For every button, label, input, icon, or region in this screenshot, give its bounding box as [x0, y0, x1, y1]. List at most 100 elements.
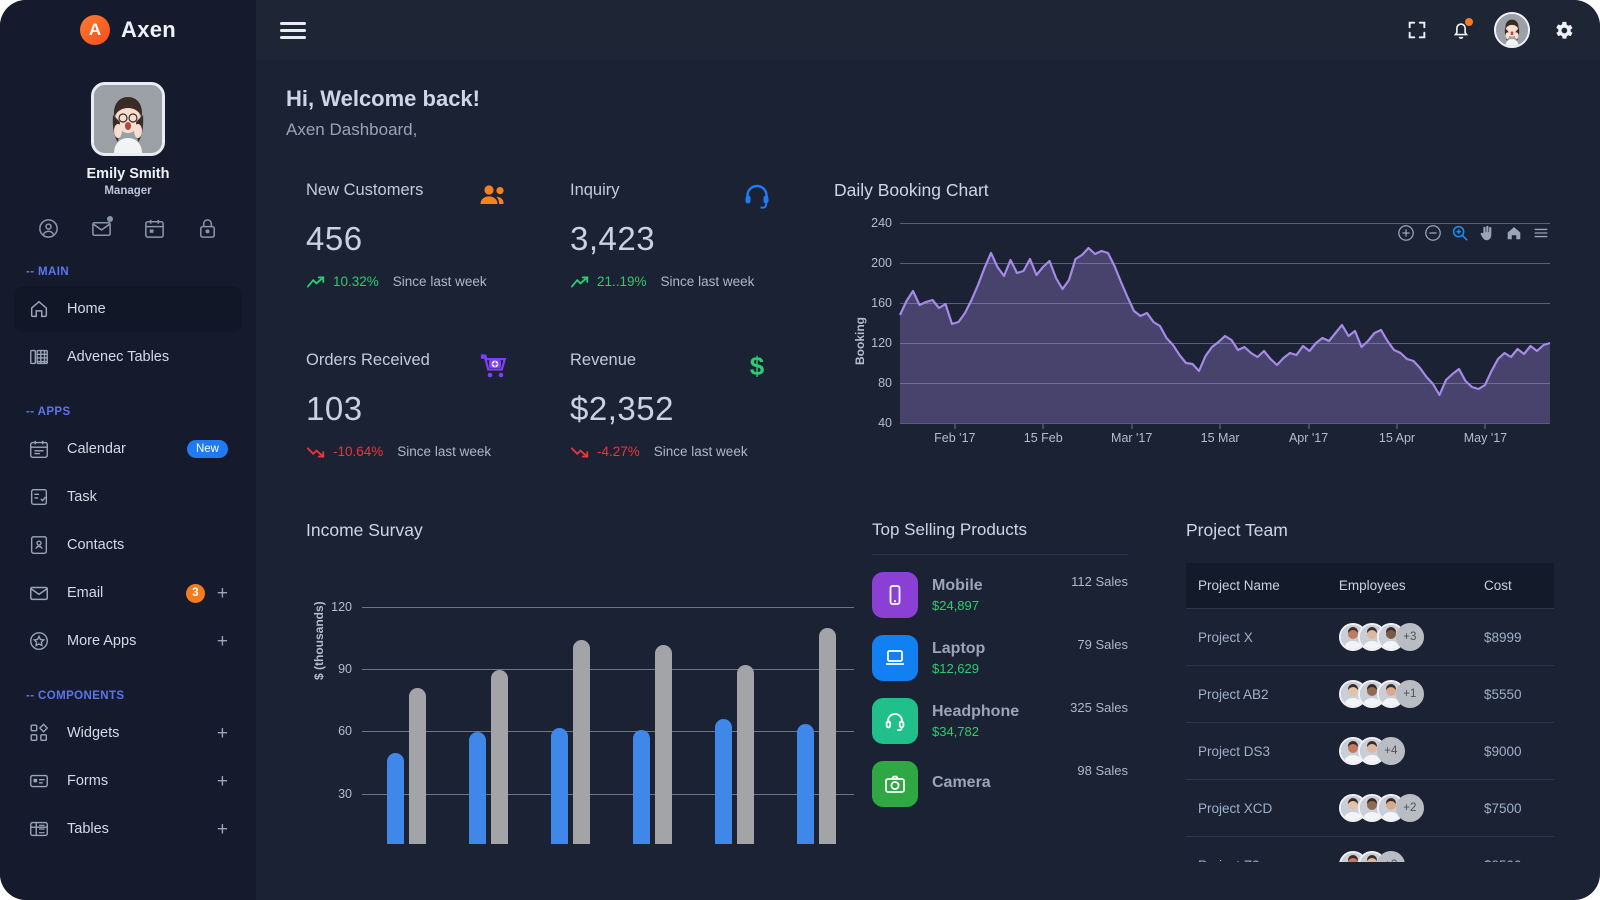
list-item[interactable]: Mobile $24,897 112 Sales [872, 572, 1128, 618]
table-row[interactable]: Project X+3$8999 [1186, 609, 1554, 666]
daily-booking-chart-card: Daily Booking Chart [814, 162, 1570, 480]
profile-block: Emily Smith Manager [0, 60, 256, 197]
avatar-overflow-count[interactable]: +3 [1396, 623, 1424, 651]
sidebar-item-label: Email [67, 585, 186, 601]
table-row[interactable]: Project AB2+1$5550 [1186, 666, 1554, 723]
bar-group [551, 640, 590, 844]
list-item[interactable]: Headphone $34,782 325 Sales [872, 698, 1128, 744]
avatar-overflow-count[interactable]: +2 [1396, 794, 1424, 822]
profile-name: Emily Smith [0, 166, 256, 182]
widgets-expand-icon[interactable]: + [217, 724, 228, 743]
sidebar-item-home[interactable]: Home [14, 286, 242, 332]
contact-card-icon [28, 534, 50, 556]
card-title: Daily Booking Chart [834, 180, 1550, 201]
avatar-overflow-count[interactable]: +3 [1377, 851, 1405, 862]
sidebar-item-advenec-tables[interactable]: Advenec Tables [14, 334, 242, 380]
y-tick-label: 160 [871, 296, 892, 310]
email-expand-icon[interactable]: + [217, 584, 228, 603]
x-tick-mark [1131, 424, 1132, 429]
lock-icon[interactable] [196, 217, 219, 240]
sidebar-item-forms[interactable]: Forms + [14, 758, 242, 804]
list-item[interactable]: Laptop $12,629 79 Sales [872, 635, 1128, 681]
project-name-cell: Project AB2 [1186, 666, 1327, 723]
product-price: $12,629 [932, 661, 1077, 676]
stat-change: -10.64% [333, 444, 383, 459]
project-name-cell: Project Z2 [1186, 837, 1327, 863]
camera-icon [872, 761, 918, 807]
table-row[interactable]: Project Z2+3$8500 [1186, 837, 1554, 863]
employees-cell: +2 [1327, 780, 1472, 837]
page-title: Hi, Welcome back! [286, 86, 1570, 112]
x-tick-mark [1220, 424, 1221, 429]
income-survey-card: Income Survay $ (thousands) 306090120 To… [286, 502, 1148, 862]
booking-plot-area [900, 223, 1550, 423]
product-name: Laptop [932, 640, 1077, 658]
stat-card-inquiry[interactable]: Inquiry 3,423 [550, 162, 792, 310]
stat-title: Revenue [570, 351, 742, 370]
x-tick-mark [1043, 424, 1044, 429]
list-item[interactable]: Camera 98 Sales [872, 761, 1128, 807]
sidebar-item-task[interactable]: Task [14, 474, 242, 520]
brand[interactable]: A Axen [0, 0, 256, 60]
booking-plot: Booking 4080120160200240 Feb '1715 FebMa… [834, 223, 1550, 458]
bar [469, 732, 486, 844]
sidebar-item-email[interactable]: Email 3 + [14, 570, 242, 616]
x-tick-label: Mar '17 [1111, 431, 1152, 445]
task-list-icon [28, 486, 50, 508]
y-tick-label: 240 [871, 216, 892, 230]
x-tick-label: 15 Apr [1379, 431, 1415, 445]
bar-group [715, 665, 754, 844]
section-title: Top Selling Products [872, 520, 1128, 540]
stat-period: Since last week [661, 274, 755, 289]
stat-period: Since last week [654, 444, 748, 459]
x-tick-label: Apr '17 [1289, 431, 1328, 445]
fullscreen-icon[interactable] [1406, 19, 1428, 41]
income-chart: Income Survay $ (thousands) 306090120 [306, 520, 860, 844]
stat-change: 21..19% [597, 274, 647, 289]
sidebar-item-calendar[interactable]: Calendar New [14, 426, 242, 472]
bell-icon[interactable] [1450, 19, 1472, 41]
stat-value: 456 [306, 220, 508, 258]
project-name-cell: Project DS3 [1186, 723, 1327, 780]
calendar-new-badge: New [187, 440, 228, 458]
gridline [362, 607, 854, 608]
stat-card-new-customers[interactable]: New Customers 456 [286, 162, 528, 310]
product-sales: 112 Sales [1071, 574, 1128, 589]
sidebar-item-label: Forms [67, 773, 205, 789]
project-name-cell: Project XCD [1186, 780, 1327, 837]
avatar[interactable] [1494, 12, 1530, 48]
avatar-overflow-count[interactable]: +4 [1377, 737, 1405, 765]
calendar-icon[interactable] [143, 217, 166, 240]
hamburger-icon[interactable] [280, 18, 306, 43]
stat-card-orders-received[interactable]: Orders Received 103 [286, 332, 528, 480]
employees-cell: +3 [1327, 609, 1472, 666]
mobile-icon [872, 572, 918, 618]
widgets-icon [28, 722, 50, 744]
sidebar-item-widgets[interactable]: Widgets + [14, 710, 242, 756]
profile-avatar[interactable] [91, 82, 165, 156]
brand-logo-icon: A [80, 15, 110, 45]
sidebar-item-label: More Apps [67, 633, 205, 649]
avatar-stack: +1 [1339, 680, 1460, 708]
y-tick-label: 60 [338, 724, 352, 738]
stat-card-revenue[interactable]: Revenue $ $2,352 [550, 332, 792, 480]
user-circle-icon[interactable] [37, 217, 60, 240]
table-row[interactable]: Project DS3+4$9000 [1186, 723, 1554, 780]
y-tick-label: 90 [338, 662, 352, 676]
sidebar-item-more-apps[interactable]: More Apps + [14, 618, 242, 664]
avatar-overflow-count[interactable]: +1 [1396, 680, 1424, 708]
tables-expand-icon[interactable]: + [217, 820, 228, 839]
stat-value: $2,352 [570, 390, 772, 428]
sidebar-item-label: Tables [67, 821, 205, 837]
stat-title: Orders Received [306, 351, 478, 370]
forms-expand-icon[interactable]: + [217, 772, 228, 791]
sidebar-item-contacts[interactable]: Contacts [14, 522, 242, 568]
table-row[interactable]: Project XCD+2$7500 [1186, 780, 1554, 837]
gear-icon[interactable] [1552, 19, 1574, 41]
trend-up-icon [570, 275, 590, 289]
more-apps-expand-icon[interactable]: + [217, 632, 228, 651]
trend-down-icon [570, 445, 590, 459]
mail-icon[interactable] [90, 217, 113, 240]
column-header-project-name: Project Name [1186, 563, 1327, 609]
sidebar-item-tables[interactable]: Tables + [14, 806, 242, 852]
